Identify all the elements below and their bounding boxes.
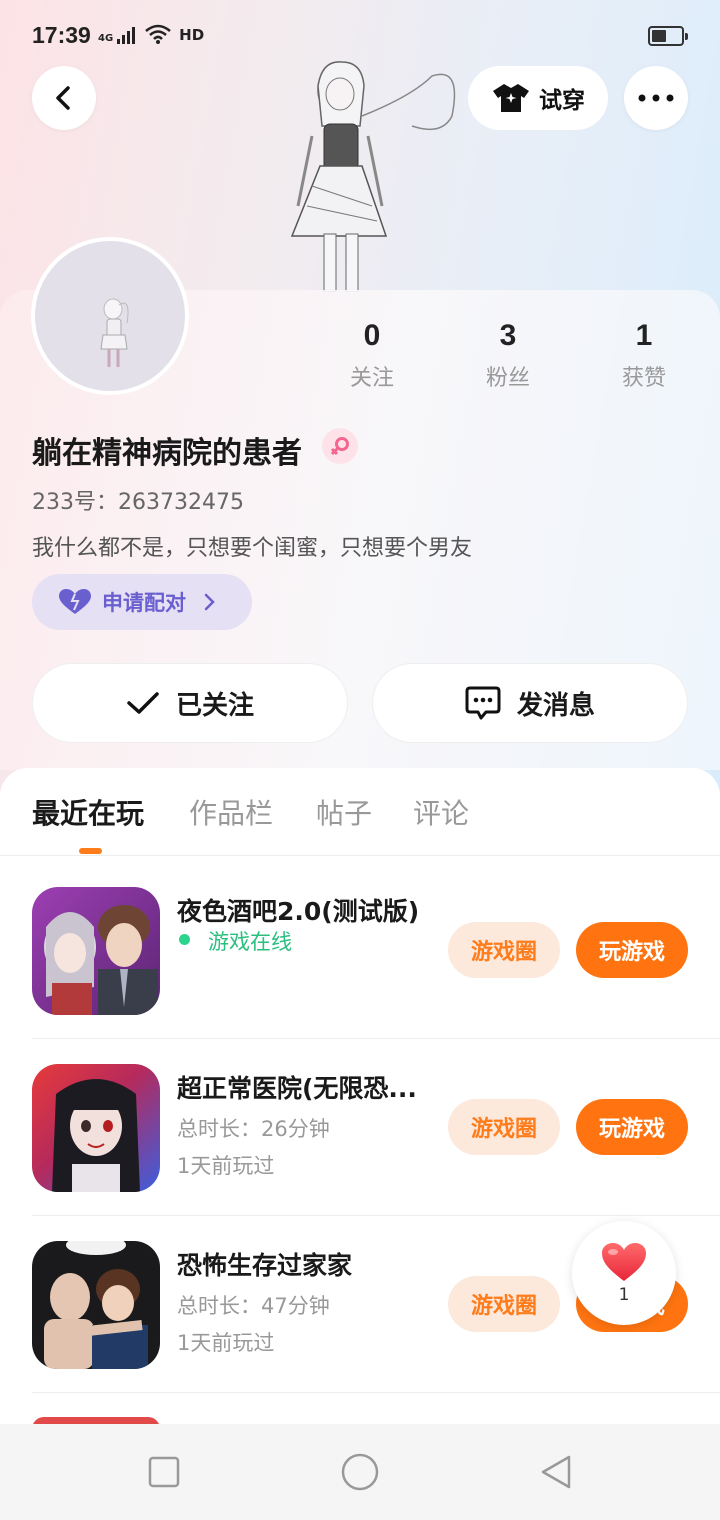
game-duration: 总时长：47分钟 bbox=[177, 1294, 330, 1318]
game-circle-button[interactable]: 游戏圈 bbox=[448, 1099, 560, 1155]
chat-bubble-icon bbox=[465, 686, 501, 720]
following-label: 关注 bbox=[349, 366, 394, 391]
apply-pair-label: 申请配对 bbox=[102, 591, 186, 615]
game-last-played: 1天前玩过 bbox=[177, 1154, 275, 1178]
chevron-left-icon bbox=[56, 86, 70, 110]
circle-icon bbox=[341, 1453, 379, 1491]
chevron-right-icon bbox=[204, 593, 215, 611]
back-button[interactable] bbox=[32, 66, 96, 130]
divider bbox=[32, 1392, 720, 1393]
game-title: 恐怖生存过家家 bbox=[177, 1251, 353, 1280]
back-nav-button[interactable] bbox=[536, 1452, 576, 1492]
likes-label: 获赞 bbox=[621, 366, 666, 391]
heart-icon bbox=[59, 589, 91, 614]
following-button[interactable]: 已关注 bbox=[32, 663, 348, 743]
tshirt-icon bbox=[493, 84, 529, 112]
female-gender-icon bbox=[322, 428, 358, 464]
square-icon bbox=[148, 1456, 180, 1488]
avatar[interactable] bbox=[31, 237, 189, 395]
play-game-button[interactable]: 玩游戏 bbox=[576, 922, 688, 978]
hd-label: HD bbox=[179, 26, 205, 44]
list-item[interactable]: 超正常医院(无限恐... 总时长：26分钟 1天前玩过 游戏圈 玩游戏 bbox=[0, 1039, 720, 1216]
signal-icon bbox=[117, 24, 136, 44]
list-item[interactable]: 夜色酒吧2.0(测试版) 游戏在线 游戏圈 玩游戏 bbox=[0, 862, 720, 1039]
triangle-back-icon bbox=[541, 1455, 571, 1489]
stat-likes[interactable]: 1 获赞 bbox=[589, 318, 699, 392]
username: 躺在精神病院的患者 bbox=[32, 436, 302, 471]
apply-pair-button[interactable]: 申请配对 bbox=[32, 574, 252, 630]
game-icon-abnormal-hospital bbox=[32, 1064, 160, 1192]
online-status-dot bbox=[179, 934, 190, 945]
home-button[interactable] bbox=[340, 1452, 380, 1492]
tab-posts[interactable]: 帖子 bbox=[316, 792, 372, 832]
game-title: 夜色酒吧2.0(测试版) bbox=[177, 897, 420, 926]
status-icons: 4G HD bbox=[98, 24, 204, 44]
send-message-button[interactable]: 发消息 bbox=[372, 663, 688, 743]
game-circle-button[interactable]: 游戏圈 bbox=[448, 1276, 560, 1332]
wifi-icon bbox=[145, 24, 171, 44]
game-icon-horror-house bbox=[32, 1241, 160, 1369]
heart-icon bbox=[602, 1243, 646, 1281]
followers-count: 3 bbox=[499, 319, 517, 352]
user-id: 233号：263732475 bbox=[32, 490, 244, 515]
tab-comments[interactable]: 评论 bbox=[413, 792, 469, 832]
bio: 我什么都不是，只想要个闺蜜，只想要个男友 bbox=[32, 536, 473, 561]
avatar-figure bbox=[100, 298, 129, 367]
send-message-label: 发消息 bbox=[516, 690, 595, 721]
game-circle-button[interactable]: 游戏圈 bbox=[448, 922, 560, 978]
following-button-label: 已关注 bbox=[175, 690, 254, 721]
play-game-button[interactable]: 玩游戏 bbox=[576, 1099, 688, 1155]
stat-followers[interactable]: 3 粉丝 bbox=[453, 318, 563, 392]
game-title: 超正常医院(无限恐... bbox=[177, 1074, 417, 1103]
game-icon-night-bar bbox=[32, 887, 160, 1015]
try-on-label: 试穿 bbox=[539, 88, 585, 114]
status-time: 17:39 bbox=[32, 22, 91, 48]
tab-works[interactable]: 作品栏 bbox=[189, 792, 273, 832]
game-duration: 总时长：26分钟 bbox=[177, 1117, 330, 1141]
like-count: 1 bbox=[618, 1285, 630, 1305]
stat-following[interactable]: 0 关注 bbox=[317, 318, 427, 392]
tab-indicator bbox=[79, 848, 102, 854]
likes-count: 1 bbox=[635, 319, 653, 352]
online-status: 游戏在线 bbox=[208, 930, 292, 954]
tab-bar: 最近在玩 作品栏 帖子 评论 bbox=[0, 768, 720, 856]
network-type: 4G bbox=[98, 33, 114, 44]
try-on-button[interactable]: 试穿 bbox=[468, 66, 608, 130]
tab-recently-played[interactable]: 最近在玩 bbox=[32, 792, 144, 832]
recent-apps-button[interactable] bbox=[144, 1452, 184, 1492]
check-icon bbox=[127, 692, 159, 714]
battery-icon bbox=[648, 26, 688, 46]
following-count: 0 bbox=[363, 319, 381, 352]
game-last-played: 1天前玩过 bbox=[177, 1331, 275, 1355]
more-button[interactable] bbox=[624, 66, 688, 130]
system-nav-bar bbox=[0, 1424, 720, 1520]
more-dots-icon bbox=[638, 94, 674, 102]
avatar-character-image bbox=[290, 61, 456, 292]
followers-label: 粉丝 bbox=[485, 366, 530, 391]
content-panel: 最近在玩 作品栏 帖子 评论 夜色酒吧2.0(测试版) 游戏在线 游戏圈 玩游戏 bbox=[0, 768, 720, 1429]
like-float-button[interactable]: 1 bbox=[572, 1221, 676, 1325]
